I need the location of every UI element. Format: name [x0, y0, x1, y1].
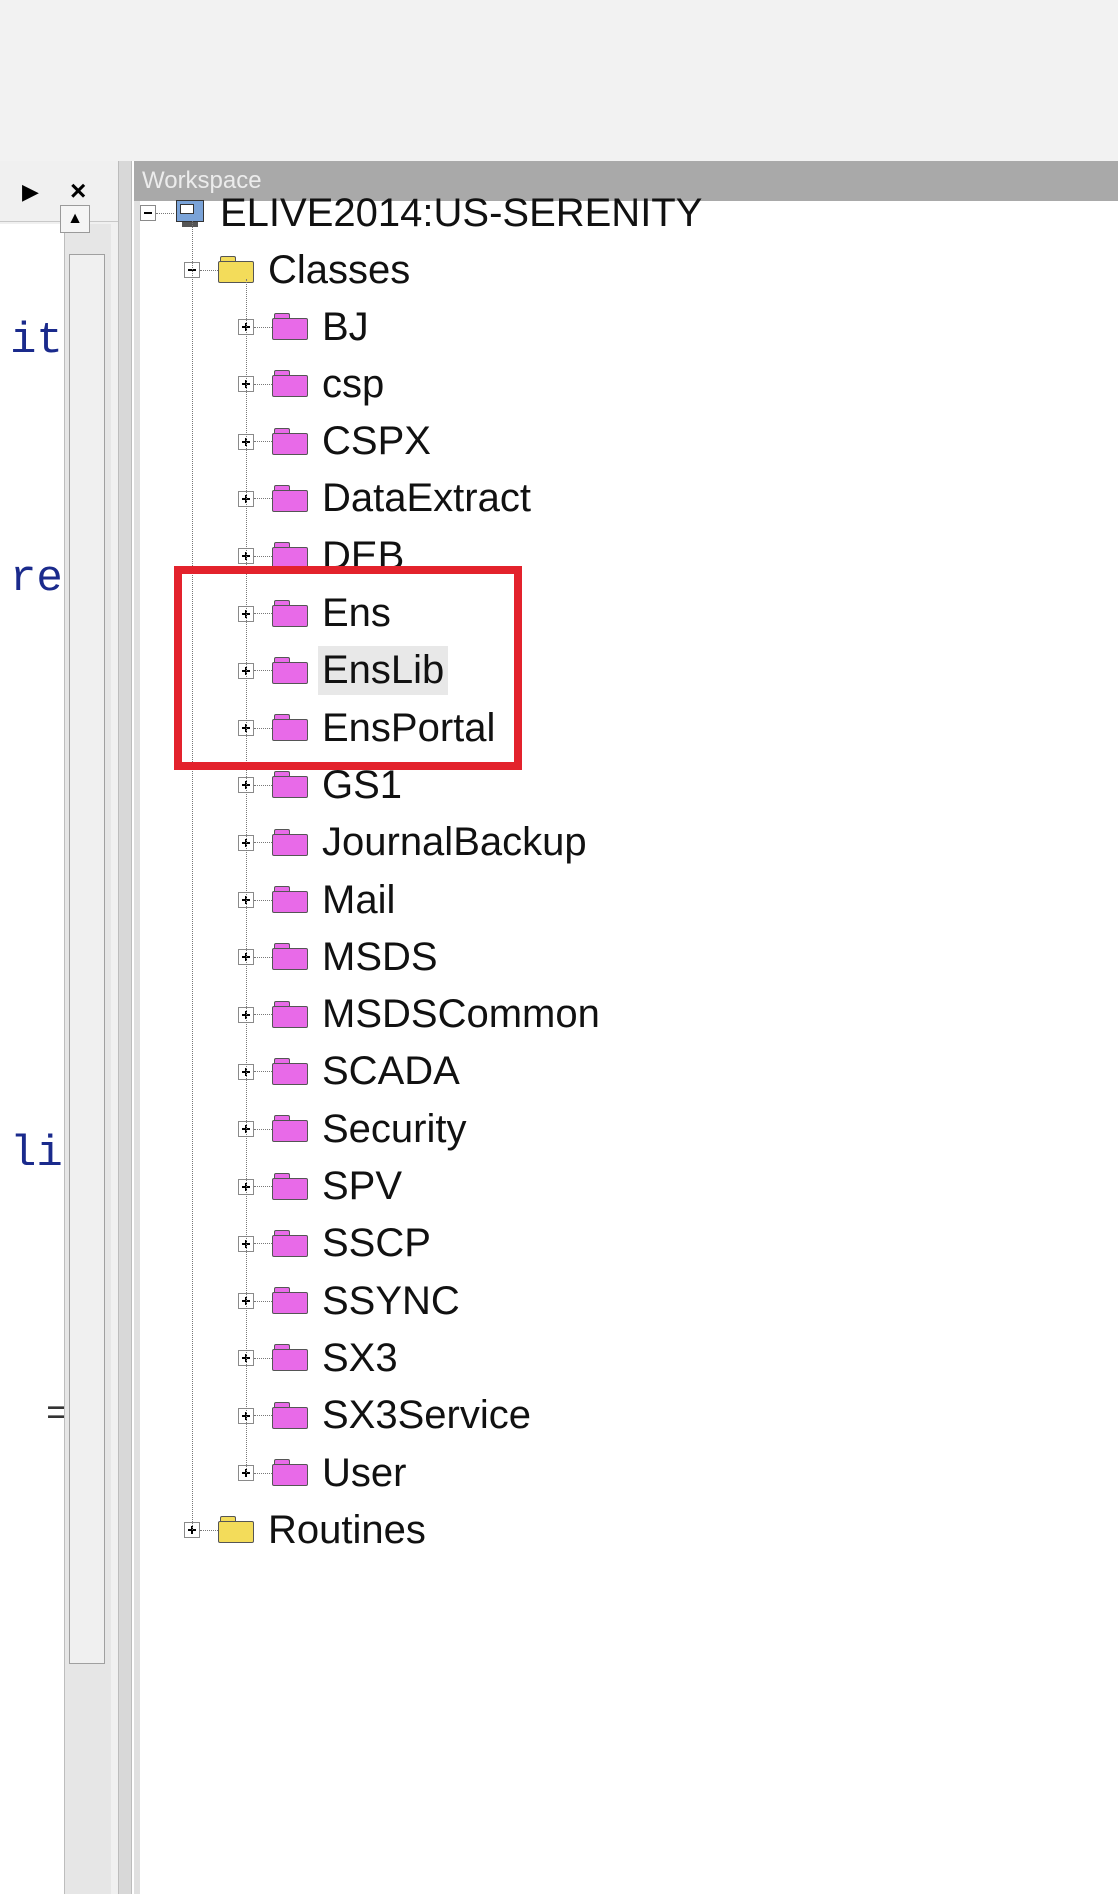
node-label: SSYNC: [322, 1278, 460, 1323]
tree-connector: [246, 279, 247, 1473]
tree-item-package[interactable]: DataExtract: [238, 470, 535, 528]
tree-item-package[interactable]: DEB: [238, 527, 408, 585]
node-label: Security: [322, 1106, 467, 1151]
folder-icon: [272, 313, 308, 341]
node-label: SX3Service: [322, 1393, 531, 1438]
folder-icon: [272, 1057, 308, 1086]
tree-item-package[interactable]: MSDSCommon: [238, 986, 604, 1044]
tree-item-classes[interactable]: Classes: [184, 241, 414, 299]
node-label: Ens: [322, 591, 391, 635]
tree-item-package[interactable]: GS1: [238, 756, 406, 814]
node-label: MSDSCommon: [322, 992, 600, 1037]
editor-scrollbar[interactable]: [64, 224, 111, 1894]
tree-item-package[interactable]: CSPX: [238, 413, 435, 471]
folder-icon: [218, 1516, 254, 1544]
tree-item-package[interactable]: Mail: [238, 871, 399, 929]
toolbar-area: [0, 0, 1118, 161]
node-label: SPV: [322, 1164, 403, 1208]
folder-icon: [272, 714, 308, 742]
tree-item-package[interactable]: User: [238, 1444, 410, 1502]
tree-item-package[interactable]: SSYNC: [238, 1272, 464, 1330]
node-label: Classes: [268, 247, 411, 292]
node-label: CSPX: [322, 419, 431, 464]
tree-item-package[interactable]: SCADA: [238, 1043, 464, 1101]
tree-item-package[interactable]: MSDS: [238, 928, 442, 986]
code-editor[interactable]: it re li =: [0, 224, 68, 1894]
workspace-panel: Workspace ELIVE2014:US-SERENITY Classes BJ…: [134, 161, 1118, 1894]
node-label: SSCP: [322, 1221, 431, 1266]
folder-icon: [272, 1115, 308, 1143]
node-label: MSDS: [322, 934, 438, 979]
folder-icon: [272, 1229, 308, 1258]
node-label: User: [322, 1450, 407, 1495]
tree-item-package[interactable]: SX3: [238, 1329, 402, 1387]
tree-item-package[interactable]: JournalBackup: [238, 814, 591, 872]
pane-arrow-icon[interactable]: ▶: [22, 179, 39, 205]
folder-icon: [272, 771, 308, 799]
pane-splitter[interactable]: [118, 161, 132, 1894]
scroll-up-button[interactable]: ▲: [60, 205, 90, 233]
editor-pane: ▶ × it re li =: [0, 161, 118, 1894]
node-label: EnsPortal: [322, 705, 496, 750]
folder-icon: [272, 828, 308, 857]
scrollbar-thumb[interactable]: [69, 254, 105, 1664]
folder-icon: [272, 1344, 308, 1372]
folder-icon: [272, 1172, 308, 1201]
workspace-tree: ELIVE2014:US-SERENITY Classes BJ csp CSPX Dat…: [134, 191, 1118, 1894]
folder-icon: [272, 943, 308, 971]
folder-icon: [272, 542, 308, 570]
node-label: DataExtract: [322, 476, 531, 521]
folder-icon: [272, 484, 308, 513]
tree-item-package[interactable]: EnsPortal: [238, 699, 499, 757]
folder-icon: [272, 599, 308, 628]
tree-item-package[interactable]: SSCP: [238, 1215, 435, 1273]
folder-icon: [272, 1000, 308, 1029]
tree-item-package[interactable]: EnsLib: [238, 642, 449, 700]
folder-icon: [218, 256, 254, 284]
arrow-up-icon: ▲: [67, 210, 83, 227]
node-label: Mail: [322, 877, 396, 922]
tree-connector: [192, 221, 193, 1531]
tree-root[interactable]: ELIVE2014:US-SERENITY: [140, 184, 706, 242]
folder-icon: [272, 1459, 308, 1487]
tree-item-package[interactable]: SX3Service: [238, 1387, 535, 1445]
code-fragment: re: [10, 554, 63, 604]
node-label: csp: [322, 361, 385, 406]
tree-item-routines[interactable]: Routines: [184, 1501, 430, 1559]
node-label: ELIVE2014:US-SERENITY: [220, 190, 703, 235]
node-label: Routines: [268, 1507, 426, 1552]
close-icon[interactable]: ×: [70, 175, 86, 207]
tree-item-package[interactable]: csp: [238, 355, 388, 413]
server-icon: [174, 198, 206, 228]
folder-icon: [272, 427, 308, 456]
collapse-icon[interactable]: [140, 205, 156, 221]
folder-icon: [272, 370, 308, 398]
tree-item-package[interactable]: Ens: [238, 585, 395, 643]
folder-icon: [272, 1401, 308, 1430]
node-label: SCADA: [322, 1049, 460, 1094]
folder-icon: [272, 656, 308, 685]
editor-pane-header: ▶ ×: [0, 161, 118, 222]
tree-item-package[interactable]: SPV: [238, 1158, 406, 1216]
node-label: JournalBackup: [322, 820, 587, 865]
code-fragment: li: [10, 1129, 63, 1179]
node-label: EnsLib: [318, 646, 449, 696]
node-label: GS1: [322, 762, 403, 807]
node-label: BJ: [322, 304, 369, 349]
tree-item-package[interactable]: Security: [238, 1100, 471, 1158]
node-label: SX3: [322, 1335, 398, 1380]
code-fragment: it: [10, 316, 63, 366]
tree-item-package[interactable]: BJ: [238, 298, 373, 356]
node-label: DEB: [322, 533, 405, 578]
folder-icon: [272, 1287, 308, 1315]
folder-icon: [272, 886, 308, 914]
